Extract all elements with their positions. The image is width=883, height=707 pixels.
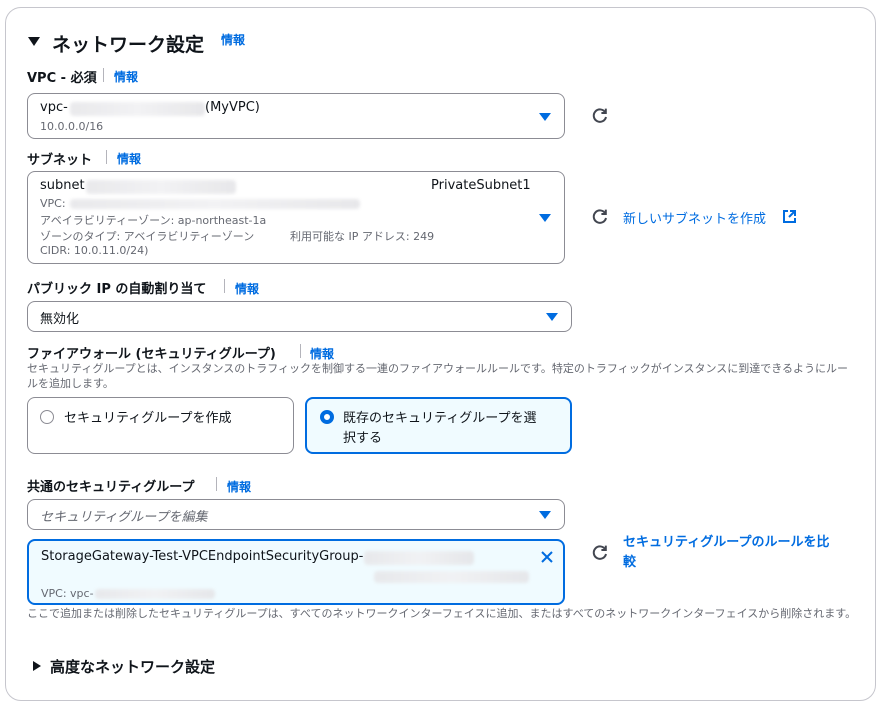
subnet-zone-type: ゾーンのタイプ: アベイラビリティーゾーン xyxy=(40,230,255,243)
common-sg-label: 共通のセキュリティグループ xyxy=(27,480,195,495)
firewall-label-separator xyxy=(300,344,301,358)
subnet-refresh-button[interactable] xyxy=(590,207,610,227)
subnet-select[interactable]: subnet PrivateSubnet1 VPC: アベイラビリティーゾーン:… xyxy=(27,171,565,264)
compare-sg-rules-link[interactable]: セキュリティグループのルールを比 較 xyxy=(623,533,863,573)
subnet-label: サブネット xyxy=(27,153,93,168)
radio-selected-icon xyxy=(320,410,334,424)
sg-refresh-button[interactable] xyxy=(590,543,610,563)
vpc-label: VPC - 必須 xyxy=(27,71,97,86)
public-ip-label: パブリック IP の自動割り当て xyxy=(27,282,207,297)
compare-link-line2: 較 xyxy=(623,555,637,570)
firewall-info-link[interactable]: 情報 xyxy=(310,345,334,362)
vpc-select[interactable]: vpc- (MyVPC) 10.0.0.0/16 xyxy=(27,93,565,139)
security-group-multiselect[interactable]: セキュリティグループを編集 xyxy=(27,499,565,530)
subnet-info-link[interactable]: 情報 xyxy=(117,150,141,167)
common-sg-note: ここで追加または削除したセキュリティグループは、すべてのネットワークインターフェ… xyxy=(27,607,857,620)
common-sg-label-separator xyxy=(216,477,217,491)
section-info-link[interactable]: 情報 xyxy=(221,31,245,48)
caret-down-icon xyxy=(28,37,40,46)
close-icon xyxy=(541,551,553,563)
compare-link-line1: セキュリティグループのルールを比 xyxy=(623,535,830,550)
option-existing-label-line1: 既存のセキュリティグループを選 xyxy=(343,411,537,426)
network-settings-panel: ネットワーク設定 情報 VPC - 必須 情報 vpc- (MyVPC) 10.… xyxy=(5,7,876,701)
firewall-description: セキュリティグループとは、インスタンスのトラフィックを制御する一連のファイアウォ… xyxy=(27,362,849,390)
common-sg-info-link[interactable]: 情報 xyxy=(227,478,251,495)
create-subnet-link-label: 新しいサブネットを作成 xyxy=(623,212,767,227)
refresh-icon xyxy=(592,108,607,123)
public-ip-value: 無効化 xyxy=(40,312,80,327)
section-title: ネットワーク設定 xyxy=(52,34,205,56)
vpc-dropdown-icon xyxy=(539,113,551,121)
subnet-id-redacted xyxy=(86,180,236,194)
token-sg-id-redacted xyxy=(364,551,474,565)
advanced-network-settings-toggle[interactable]: 高度なネットワーク設定 xyxy=(33,656,273,678)
token-sg-id-redacted-2 xyxy=(374,571,529,583)
firewall-label: ファイアウォール (セキュリティグループ) xyxy=(27,347,276,362)
subnet-name: PrivateSubnet1 xyxy=(431,178,531,193)
subnet-vpc-prefix: VPC: xyxy=(40,197,66,210)
vpc-refresh-button[interactable] xyxy=(590,106,610,126)
radio-unselected-icon xyxy=(40,410,54,424)
vpc-label-separator xyxy=(103,68,104,82)
token-sg-name: StorageGateway-Test-VPCEndpointSecurityG… xyxy=(41,549,364,564)
vpc-value-prefix: vpc- xyxy=(40,100,68,115)
selected-security-group-token: StorageGateway-Test-VPCEndpointSecurityG… xyxy=(27,539,565,605)
subnet-cidr: CIDR: 10.0.11.0/24) xyxy=(40,244,149,257)
subnet-az: アベイラビリティーゾーン: ap-northeast-1a xyxy=(40,214,267,227)
create-subnet-link[interactable]: 新しいサブネットを作成 xyxy=(623,208,803,228)
option-create-security-group[interactable]: セキュリティグループを作成 xyxy=(27,397,294,454)
subnet-dropdown-icon xyxy=(539,214,551,222)
vpc-cidr: 10.0.0.0/16 xyxy=(40,120,104,133)
public-ip-dropdown-icon xyxy=(546,313,558,321)
caret-right-icon xyxy=(33,661,41,671)
option-create-label: セキュリティグループを作成 xyxy=(64,411,232,426)
subnet-label-separator xyxy=(106,150,107,164)
public-ip-select[interactable]: 無効化 xyxy=(27,301,572,332)
security-group-dropdown-icon xyxy=(539,511,551,519)
refresh-icon xyxy=(592,545,607,560)
refresh-icon xyxy=(592,209,607,224)
public-ip-info-link[interactable]: 情報 xyxy=(235,280,259,297)
remove-token-button[interactable] xyxy=(539,549,555,565)
option-existing-security-group[interactable]: 既存のセキュリティグループを選 択する xyxy=(305,397,572,454)
subnet-vpc-redacted xyxy=(70,199,360,209)
external-link-icon xyxy=(783,210,796,223)
vpc-id-redacted xyxy=(70,102,205,116)
vpc-info-link[interactable]: 情報 xyxy=(114,68,138,85)
public-ip-label-separator xyxy=(224,279,225,293)
vpc-value-suffix: (MyVPC) xyxy=(205,100,260,115)
advanced-title: 高度なネットワーク設定 xyxy=(50,658,216,676)
token-vpc-redacted xyxy=(95,589,215,599)
section-collapse-toggle[interactable]: ネットワーク設定 xyxy=(28,30,228,56)
token-vpc: VPC: vpc- xyxy=(41,587,94,600)
subnet-ip-available: 利用可能な IP アドレス: 249 xyxy=(290,230,435,243)
option-existing-label-line2: 択する xyxy=(343,431,383,446)
security-group-placeholder: セキュリティグループを編集 xyxy=(40,510,208,525)
subnet-value-prefix: subnet xyxy=(40,178,85,193)
